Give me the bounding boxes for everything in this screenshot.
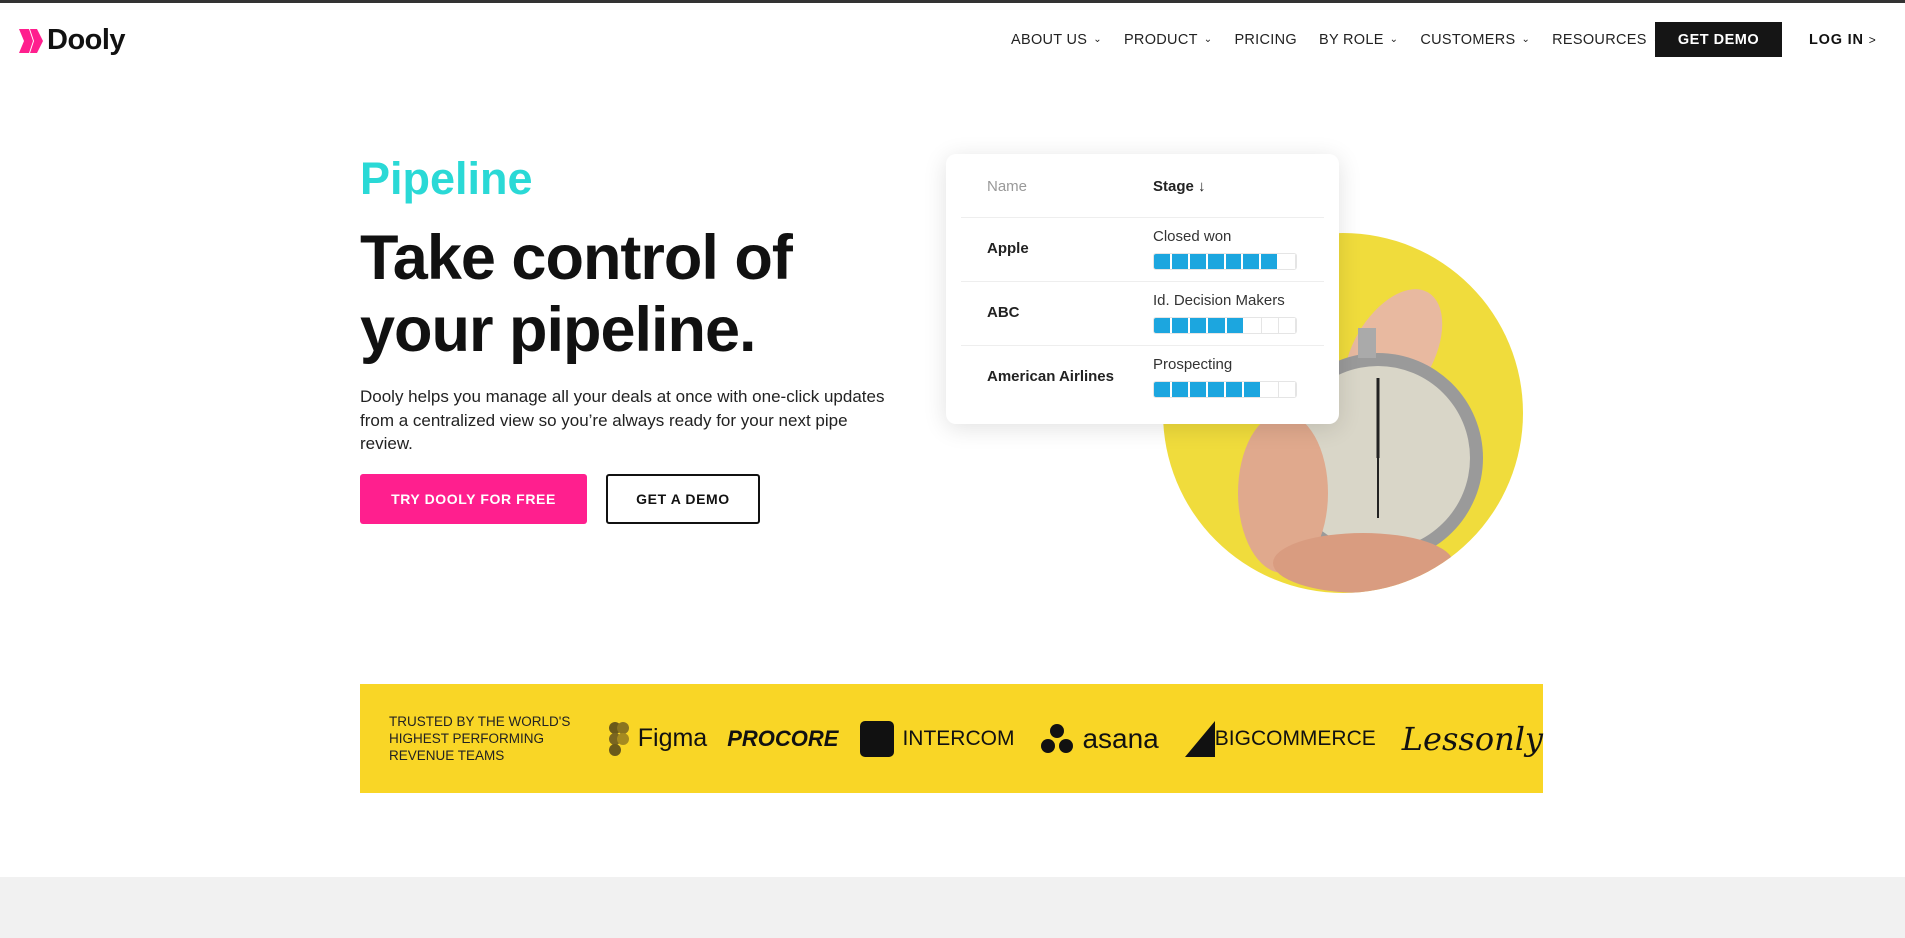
nav-label: BY ROLE [1318,31,1384,48]
chevron-right-icon: > [1868,32,1877,47]
column-header-stage[interactable]: Stage ↓ [1153,178,1206,195]
next-section-background [0,877,1905,938]
nav-about-us[interactable]: ABOUT US ⌄ [1011,32,1102,48]
sort-arrow-icon: ↓ [1198,178,1206,195]
logo-text: Dooly [47,24,126,56]
progress-segment [1243,254,1262,269]
progress-segment [1261,318,1279,333]
progress-segment [1190,382,1208,397]
section-kicker: Pipeline [360,153,533,204]
progress-segment [1244,318,1262,333]
figma-icon [608,721,629,756]
try-free-button[interactable]: TRY DOOLY FOR FREE [360,474,587,524]
intercom-icon [860,720,895,757]
table-row[interactable]: American Airlines Prospecting [961,345,1324,409]
brand-name: INTERCOM [902,726,1015,750]
stage-progress-bar [1153,253,1297,270]
nav-label: ABOUT US [1011,31,1088,48]
brand-name: BIGCOMMERCE [1214,726,1376,750]
top-border [0,0,1905,3]
brand-name: PROCORE [727,725,839,751]
asana-logo: asana [1040,722,1159,755]
stage-progress-bar [1153,381,1297,398]
deal-stage: Prospecting [1153,356,1233,373]
intercom-logo: INTERCOM [860,720,1015,757]
chevron-down-icon: ⌄ [1093,34,1102,45]
progress-segment [1278,318,1296,333]
progress-segment [1226,382,1244,397]
progress-segment [1172,382,1190,397]
nav-product[interactable]: PRODUCT ⌄ [1124,32,1212,48]
progress-segment [1189,254,1208,269]
dooly-logo[interactable]: Dooly [19,24,126,57]
asana-icon [1041,723,1074,753]
get-demo-button[interactable]: GET DEMO [1655,22,1782,57]
nav-by-role[interactable]: BY ROLE ⌄ [1319,32,1398,48]
progress-segment [1244,382,1262,397]
progress-segment [1154,254,1172,269]
progress-segment [1279,382,1296,397]
trusted-text: TRUSTED BY THE WORLD'S HIGHEST PERFORMIN… [389,714,571,763]
chevron-down-icon: ⌄ [1203,34,1213,45]
get-a-demo-button[interactable]: GET A DEMO [606,474,760,524]
figma-logo: Figma [608,721,707,757]
bigcommerce-logo: BIGCOMMERCE [1184,720,1376,757]
progress-segment [1208,318,1227,333]
progress-segment [1207,254,1226,269]
progress-segment [1226,318,1245,333]
dooly-logo-icon [19,28,43,53]
progress-segment [1225,254,1244,269]
progress-segment [1171,254,1190,269]
table-row[interactable]: ABC Id. Decision Makers [961,281,1324,345]
table-row[interactable]: Apple Closed won [961,217,1324,281]
bigcommerce-icon [1184,720,1215,757]
pipeline-table-card: Name Stage ↓ Apple Closed won ABC Id. De… [946,154,1339,424]
column-header-name[interactable]: Name [987,178,1027,195]
procore-logo: PROCORE [727,726,838,752]
nav-resources[interactable]: RESOURCES⌄ [1552,32,1661,48]
nav-customers[interactable]: CUSTOMERS ⌄ [1420,32,1530,48]
nav-pricing[interactable]: PRICING [1234,32,1297,48]
progress-segment [1172,318,1191,333]
hero-headline: Take control of your pipeline. [360,223,793,365]
chevron-down-icon: ⌄ [1389,34,1399,45]
progress-segment [1190,318,1209,333]
hero-description: Dooly helps you manage all your deals at… [360,387,885,454]
progress-segment [1208,382,1226,397]
progress-segment [1154,382,1172,397]
stage-label: Stage [1153,178,1194,195]
deal-stage: Id. Decision Makers [1153,292,1285,309]
deal-name: American Airlines [987,368,1114,385]
progress-segment [1261,254,1280,269]
login-link[interactable]: LOG IN > [1809,22,1877,57]
deal-stage: Closed won [1153,228,1232,245]
nav-label: PRODUCT [1123,31,1198,48]
trusted-by-band: TRUSTED BY THE WORLD'S HIGHEST PERFORMIN… [360,684,1543,793]
nav-label: PRICING [1234,31,1297,48]
deal-name: Apple [987,240,1029,257]
login-label: LOG IN [1809,31,1864,48]
lessonly-logo: Lessonly [1402,720,1543,758]
progress-segment [1279,254,1296,269]
brand-name: asana [1082,722,1159,754]
nav-label: CUSTOMERS [1420,31,1516,48]
progress-segment [1262,382,1279,397]
brand-name: Figma [637,724,708,752]
nav-label: RESOURCES [1552,31,1647,48]
progress-segment [1154,318,1173,333]
brand-name: Lessonly [1401,719,1543,758]
main-nav: ABOUT US ⌄ PRODUCT ⌄ PRICING BY ROLE ⌄ CUST… [1011,22,1683,57]
chevron-down-icon: ⌄ [1521,34,1531,45]
deal-name: ABC [987,304,1020,321]
stage-progress-bar [1153,317,1297,334]
